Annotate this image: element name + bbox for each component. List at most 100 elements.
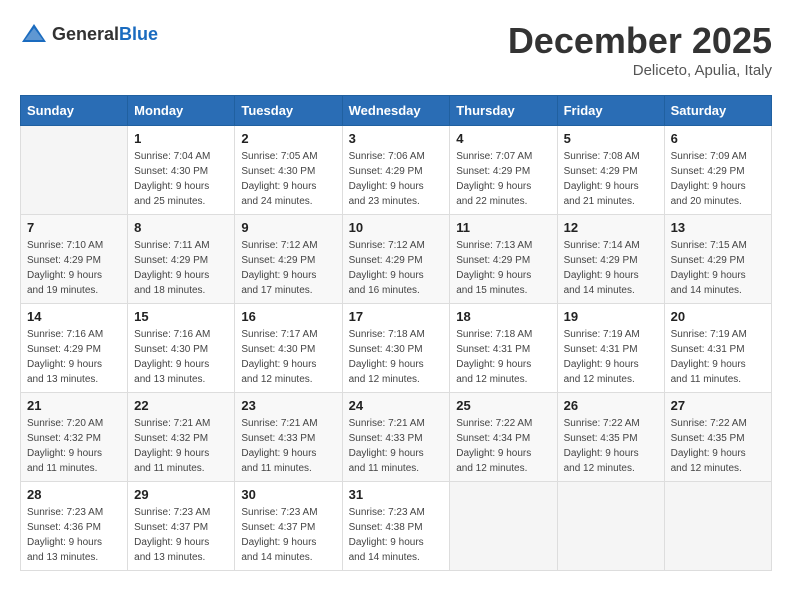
- day-info: Sunrise: 7:09 AMSunset: 4:29 PMDaylight:…: [671, 149, 765, 209]
- day-info: Sunrise: 7:15 AMSunset: 4:29 PMDaylight:…: [671, 238, 765, 298]
- day-number: 26: [564, 398, 658, 413]
- day-number: 5: [564, 131, 658, 146]
- week-row-4: 21 Sunrise: 7:20 AMSunset: 4:32 PMDayligh…: [21, 393, 772, 482]
- calendar-cell: 17 Sunrise: 7:18 AMSunset: 4:30 PMDayligh…: [342, 304, 450, 393]
- day-info: Sunrise: 7:11 AMSunset: 4:29 PMDaylight:…: [134, 238, 228, 298]
- day-info: Sunrise: 7:20 AMSunset: 4:32 PMDaylight:…: [27, 416, 121, 476]
- day-number: 23: [241, 398, 335, 413]
- day-info: Sunrise: 7:21 AMSunset: 4:32 PMDaylight:…: [134, 416, 228, 476]
- day-info: Sunrise: 7:23 AMSunset: 4:37 PMDaylight:…: [134, 505, 228, 565]
- day-number: 3: [349, 131, 444, 146]
- day-info: Sunrise: 7:16 AMSunset: 4:29 PMDaylight:…: [27, 327, 121, 387]
- week-row-5: 28 Sunrise: 7:23 AMSunset: 4:36 PMDayligh…: [21, 482, 772, 571]
- calendar-cell: 27Sunrise: 7:22 AMSunset: 4:35 PMDayligh…: [664, 393, 771, 482]
- calendar-cell: 24 Sunrise: 7:21 AMSunset: 4:33 PMDayligh…: [342, 393, 450, 482]
- logo-text-blue: Blue: [119, 24, 158, 44]
- calendar-cell: 21 Sunrise: 7:20 AMSunset: 4:32 PMDayligh…: [21, 393, 128, 482]
- calendar-cell: 30Sunrise: 7:23 AMSunset: 4:37 PMDayligh…: [235, 482, 342, 571]
- calendar-cell: 11Sunrise: 7:13 AMSunset: 4:29 PMDayligh…: [450, 215, 557, 304]
- day-info: Sunrise: 7:19 AMSunset: 4:31 PMDaylight:…: [564, 327, 658, 387]
- day-info: Sunrise: 7:16 AMSunset: 4:30 PMDaylight:…: [134, 327, 228, 387]
- weekday-header-saturday: Saturday: [664, 96, 771, 126]
- day-number: 25: [456, 398, 550, 413]
- day-info: Sunrise: 7:19 AMSunset: 4:31 PMDaylight:…: [671, 327, 765, 387]
- calendar-cell: 14 Sunrise: 7:16 AMSunset: 4:29 PMDayligh…: [21, 304, 128, 393]
- day-number: 8: [134, 220, 228, 235]
- day-number: 31: [349, 487, 444, 502]
- calendar-cell: 23 Sunrise: 7:21 AMSunset: 4:33 PMDayligh…: [235, 393, 342, 482]
- day-info: Sunrise: 7:05 AMSunset: 4:30 PMDaylight:…: [241, 149, 335, 209]
- logo-icon: [20, 20, 48, 48]
- location: Deliceto, Apulia, Italy: [508, 62, 772, 79]
- day-number: 24: [349, 398, 444, 413]
- day-number: 30: [241, 487, 335, 502]
- day-number: 12: [564, 220, 658, 235]
- day-number: 15: [134, 309, 228, 324]
- day-info: Sunrise: 7:23 AMSunset: 4:38 PMDaylight:…: [349, 505, 444, 565]
- day-number: 9: [241, 220, 335, 235]
- calendar-cell: 16 Sunrise: 7:17 AMSunset: 4:30 PMDayligh…: [235, 304, 342, 393]
- weekday-header-row: SundayMondayTuesdayWednesdayThursdayFrid…: [21, 96, 772, 126]
- day-info: Sunrise: 7:21 AMSunset: 4:33 PMDaylight:…: [241, 416, 335, 476]
- weekday-header-tuesday: Tuesday: [235, 96, 342, 126]
- calendar-cell: 10Sunrise: 7:12 AMSunset: 4:29 PMDayligh…: [342, 215, 450, 304]
- calendar-cell: 12Sunrise: 7:14 AMSunset: 4:29 PMDayligh…: [557, 215, 664, 304]
- day-info: Sunrise: 7:07 AMSunset: 4:29 PMDaylight:…: [456, 149, 550, 209]
- day-number: 14: [27, 309, 121, 324]
- day-number: 1: [134, 131, 228, 146]
- day-number: 22: [134, 398, 228, 413]
- day-number: 27: [671, 398, 765, 413]
- week-row-1: 1Sunrise: 7:04 AMSunset: 4:30 PMDaylight…: [21, 126, 772, 215]
- week-row-2: 7Sunrise: 7:10 AMSunset: 4:29 PMDaylight…: [21, 215, 772, 304]
- day-number: 2: [241, 131, 335, 146]
- weekday-header-monday: Monday: [128, 96, 235, 126]
- day-info: Sunrise: 7:13 AMSunset: 4:29 PMDaylight:…: [456, 238, 550, 298]
- calendar-cell: 7Sunrise: 7:10 AMSunset: 4:29 PMDaylight…: [21, 215, 128, 304]
- calendar-cell: 1Sunrise: 7:04 AMSunset: 4:30 PMDaylight…: [128, 126, 235, 215]
- calendar-cell: 22 Sunrise: 7:21 AMSunset: 4:32 PMDayligh…: [128, 393, 235, 482]
- logo-text-general: General: [52, 24, 119, 44]
- day-number: 17: [349, 309, 444, 324]
- day-info: Sunrise: 7:18 AMSunset: 4:30 PMDaylight:…: [349, 327, 444, 387]
- day-info: Sunrise: 7:23 AMSunset: 4:36 PMDaylight:…: [27, 505, 121, 565]
- day-info: Sunrise: 7:12 AMSunset: 4:29 PMDaylight:…: [241, 238, 335, 298]
- day-number: 13: [671, 220, 765, 235]
- day-info: Sunrise: 7:17 AMSunset: 4:30 PMDaylight:…: [241, 327, 335, 387]
- calendar-cell: [21, 126, 128, 215]
- day-number: 28: [27, 487, 121, 502]
- calendar-cell: 29 Sunrise: 7:23 AMSunset: 4:37 PMDayligh…: [128, 482, 235, 571]
- calendar-cell: 4 Sunrise: 7:07 AMSunset: 4:29 PMDaylight…: [450, 126, 557, 215]
- calendar-cell: 9 Sunrise: 7:12 AMSunset: 4:29 PMDaylight…: [235, 215, 342, 304]
- day-info: Sunrise: 7:12 AMSunset: 4:29 PMDaylight:…: [349, 238, 444, 298]
- day-info: Sunrise: 7:18 AMSunset: 4:31 PMDaylight:…: [456, 327, 550, 387]
- calendar-cell: 19Sunrise: 7:19 AMSunset: 4:31 PMDayligh…: [557, 304, 664, 393]
- week-row-3: 14 Sunrise: 7:16 AMSunset: 4:29 PMDayligh…: [21, 304, 772, 393]
- title-block: December 2025 Deliceto, Apulia, Italy: [508, 20, 772, 79]
- day-number: 20: [671, 309, 765, 324]
- day-info: Sunrise: 7:21 AMSunset: 4:33 PMDaylight:…: [349, 416, 444, 476]
- calendar-cell: 13 Sunrise: 7:15 AMSunset: 4:29 PMDayligh…: [664, 215, 771, 304]
- calendar-cell: 26Sunrise: 7:22 AMSunset: 4:35 PMDayligh…: [557, 393, 664, 482]
- calendar-cell: 25 Sunrise: 7:22 AMSunset: 4:34 PMDayligh…: [450, 393, 557, 482]
- calendar-cell: 31 Sunrise: 7:23 AMSunset: 4:38 PMDayligh…: [342, 482, 450, 571]
- day-info: Sunrise: 7:22 AMSunset: 4:34 PMDaylight:…: [456, 416, 550, 476]
- day-number: 4: [456, 131, 550, 146]
- calendar-cell: 15 Sunrise: 7:16 AMSunset: 4:30 PMDayligh…: [128, 304, 235, 393]
- weekday-header-friday: Friday: [557, 96, 664, 126]
- calendar-cell: [450, 482, 557, 571]
- calendar-cell: 28 Sunrise: 7:23 AMSunset: 4:36 PMDayligh…: [21, 482, 128, 571]
- day-number: 29: [134, 487, 228, 502]
- weekday-header-thursday: Thursday: [450, 96, 557, 126]
- calendar-cell: [664, 482, 771, 571]
- month-title: December 2025: [508, 20, 772, 62]
- day-info: Sunrise: 7:06 AMSunset: 4:29 PMDaylight:…: [349, 149, 444, 209]
- page-header: GeneralBlue December 2025 Deliceto, Apul…: [20, 20, 772, 79]
- day-number: 6: [671, 131, 765, 146]
- day-number: 21: [27, 398, 121, 413]
- weekday-header-wednesday: Wednesday: [342, 96, 450, 126]
- calendar-cell: [557, 482, 664, 571]
- calendar-cell: 2 Sunrise: 7:05 AMSunset: 4:30 PMDaylight…: [235, 126, 342, 215]
- day-info: Sunrise: 7:08 AMSunset: 4:29 PMDaylight:…: [564, 149, 658, 209]
- day-number: 16: [241, 309, 335, 324]
- calendar-cell: 18Sunrise: 7:18 AMSunset: 4:31 PMDayligh…: [450, 304, 557, 393]
